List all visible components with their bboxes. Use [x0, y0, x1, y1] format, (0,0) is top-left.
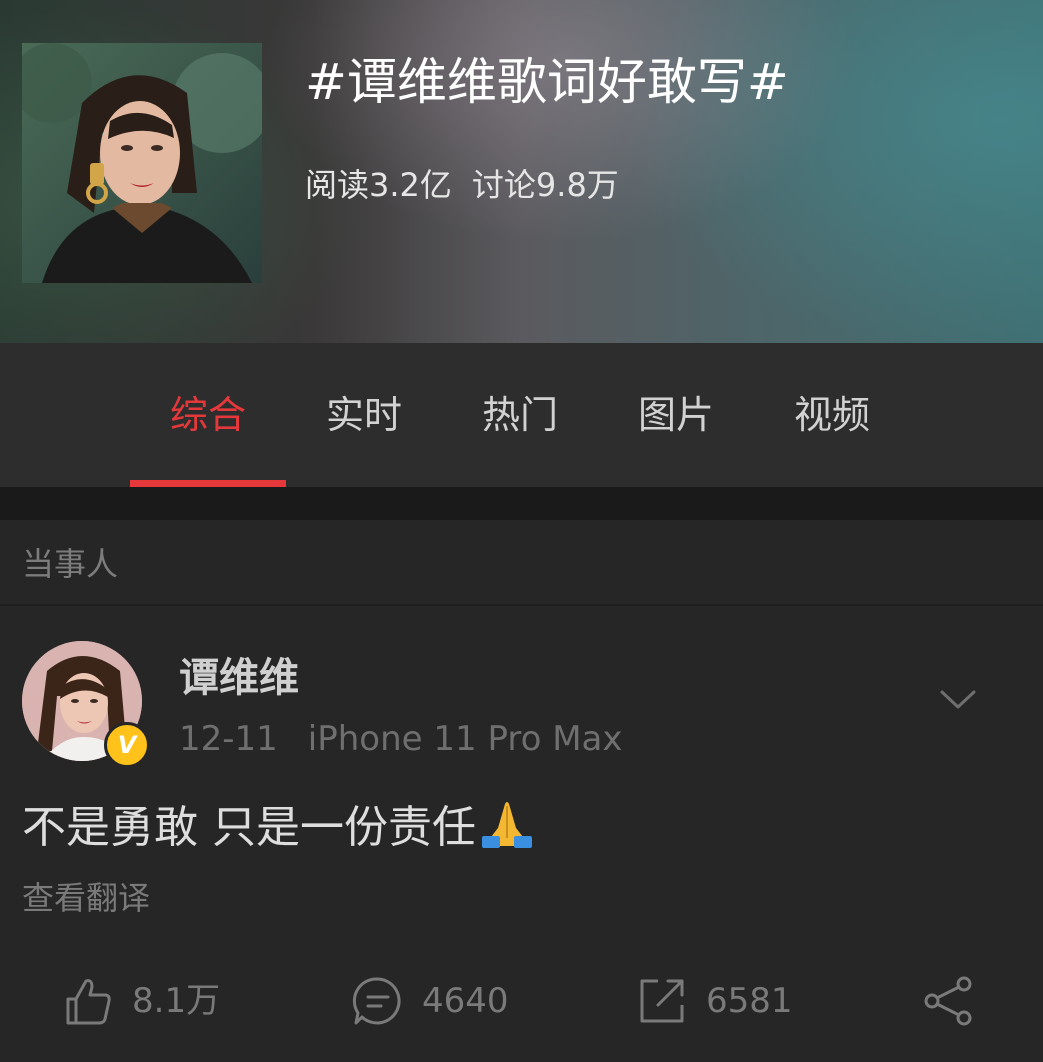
discussion-count: 讨论9.8万: [471, 166, 619, 204]
read-count: 阅读3.2亿: [305, 166, 452, 204]
topic-header: #谭维维歌词好敢写# 阅读3.2亿 讨论9.8万: [0, 0, 1043, 343]
author-name[interactable]: 谭维维: [179, 652, 299, 704]
comment-icon: [352, 977, 401, 1025]
repost-button[interactable]: 6581: [636, 968, 793, 1034]
post-text: 不是勇敢 只是一份责任: [22, 798, 536, 857]
share-button[interactable]: [922, 968, 974, 1034]
post-device: iPhone 11 Pro Max: [307, 719, 623, 759]
chevron-down-icon[interactable]: [938, 680, 978, 720]
post-date: 12-11: [179, 719, 278, 759]
folded-hands-icon: [478, 798, 536, 848]
post-meta: 12-11 iPhone 11 Pro Max: [179, 717, 622, 761]
topic-stats: 阅读3.2亿 讨论9.8万: [305, 163, 619, 207]
repost-icon: [640, 979, 684, 1023]
divider: [0, 604, 1043, 606]
tab-realtime[interactable]: 实时: [286, 391, 442, 439]
active-tab-indicator: [130, 480, 286, 487]
tab-videos[interactable]: 视频: [754, 391, 910, 439]
tab-bar: 综合 实时 热门 图片 视频: [0, 343, 1043, 487]
comment-count: 4640: [422, 981, 509, 1021]
tab-images[interactable]: 图片: [598, 391, 754, 439]
topic-title: #谭维维歌词好敢写#: [305, 53, 789, 111]
share-icon: [924, 976, 972, 1026]
translate-link[interactable]: 查看翻译: [22, 876, 150, 920]
section-label: 当事人: [22, 545, 119, 583]
tab-comprehensive[interactable]: 综合: [130, 391, 286, 439]
thumbs-up-icon: [66, 979, 111, 1025]
tab-hot[interactable]: 热门: [442, 391, 598, 439]
post-text-content: 不是勇敢 只是一份责任: [22, 802, 476, 853]
like-count: 8.1万: [132, 981, 221, 1021]
topic-cover-image: [22, 43, 262, 283]
verified-badge: V: [104, 722, 150, 768]
comment-button[interactable]: 4640: [352, 968, 509, 1034]
repost-count: 6581: [706, 981, 793, 1021]
like-button[interactable]: 8.1万: [62, 968, 220, 1034]
section-separator: [0, 487, 1043, 520]
